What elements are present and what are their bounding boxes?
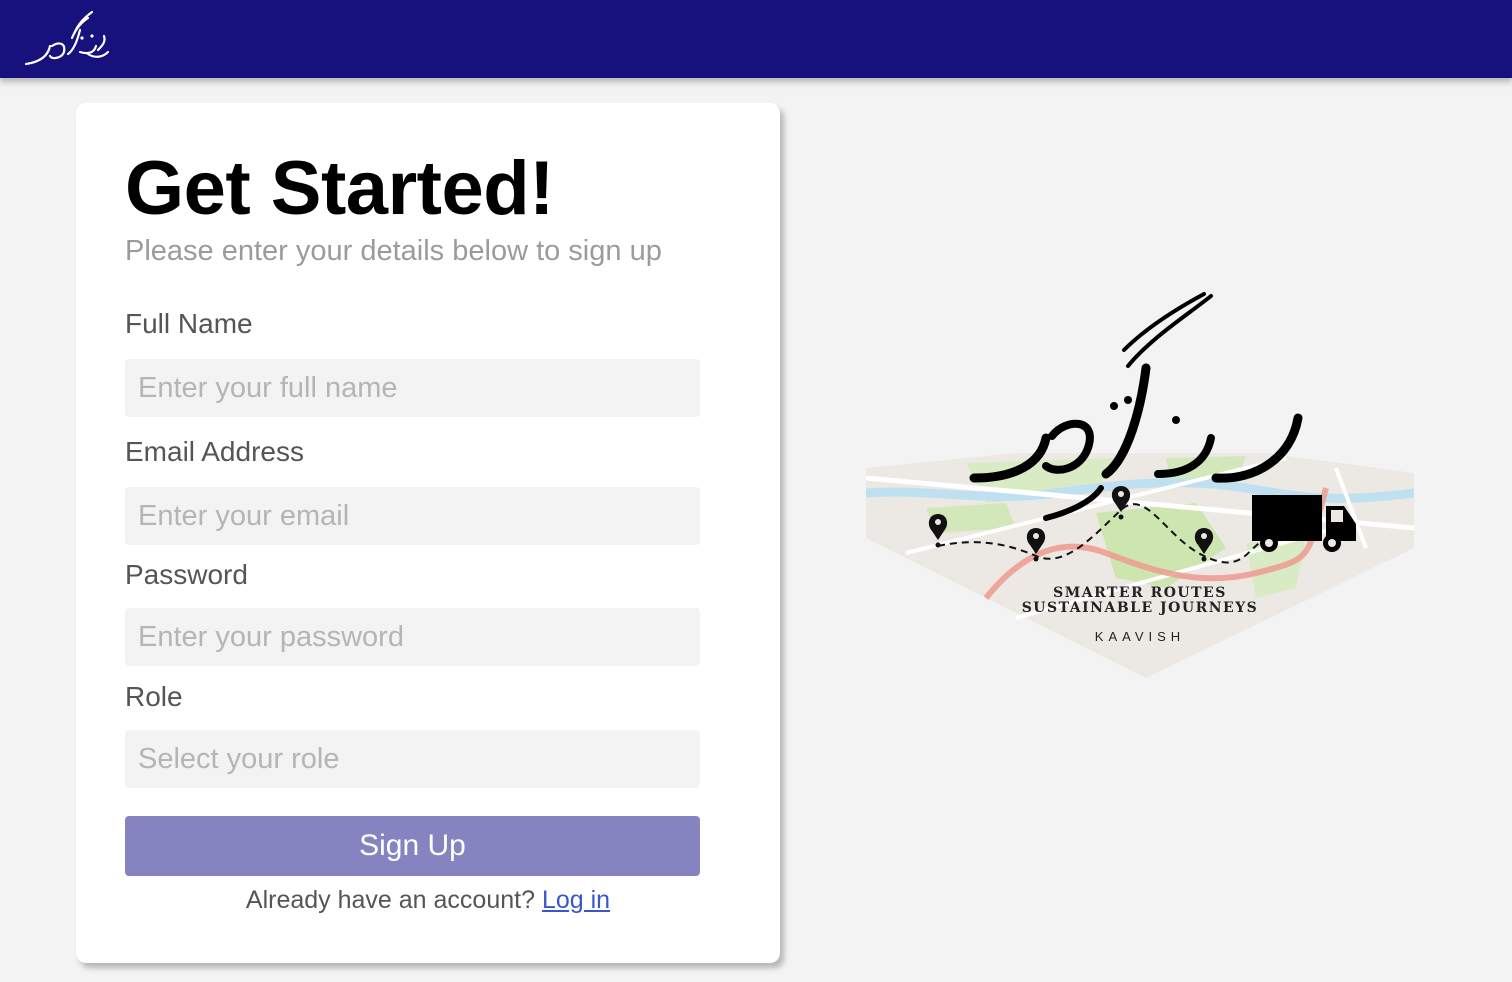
full-name-label: Full Name (125, 308, 253, 339)
password-input[interactable] (125, 608, 700, 666)
top-navbar (0, 0, 1512, 78)
login-prompt: Already have an account? Log in (76, 886, 780, 915)
tagline-line-2: SUSTAINABLE JOURNEYS (1022, 600, 1259, 616)
role-label: Role (125, 681, 183, 712)
map-illustration (866, 453, 1414, 678)
page-subtitle: Please enter your details below to sign … (125, 235, 662, 267)
signup-card: Get Started! Please enter your details b… (76, 103, 780, 963)
password-label: Password (125, 559, 248, 590)
email-label: Email Address (125, 436, 304, 467)
hero-illustration: SMARTER ROUTES SUSTAINABLE JOURNEYS KAAV… (866, 292, 1414, 678)
brand-name: KAAVISH (1095, 629, 1185, 644)
full-name-input[interactable] (125, 359, 700, 417)
tagline-line-1: SMARTER ROUTES (1053, 585, 1227, 601)
role-select[interactable] (125, 730, 700, 788)
email-input[interactable] (125, 487, 700, 545)
sign-up-button[interactable]: Sign Up (125, 816, 700, 876)
login-link[interactable]: Log in (542, 886, 610, 914)
login-prompt-text: Already have an account? (245, 886, 535, 914)
page-title: Get Started! (125, 146, 554, 231)
brand-logo-icon[interactable] (22, 8, 112, 70)
